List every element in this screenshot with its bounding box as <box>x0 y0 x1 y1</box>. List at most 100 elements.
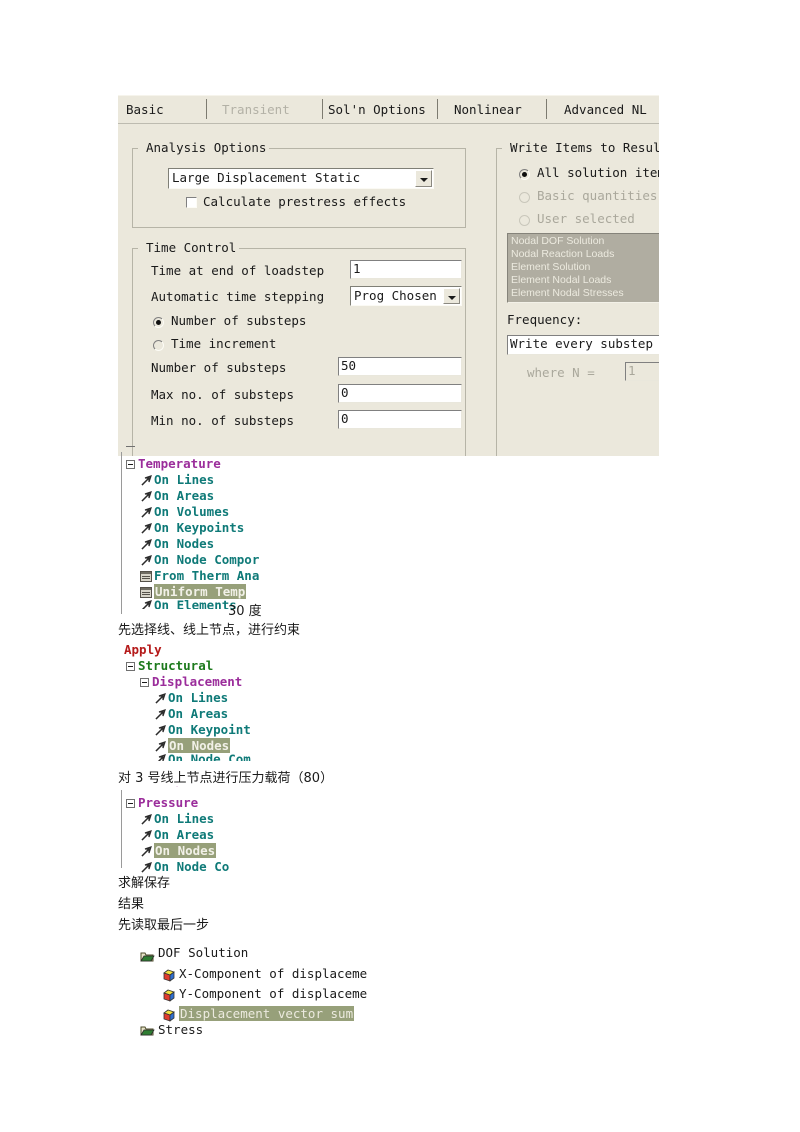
dialog-box-icon <box>140 587 152 598</box>
arrow-icon <box>154 740 167 753</box>
cube-icon <box>162 1008 176 1022</box>
tree-node-pressure[interactable]: Pressure <box>126 795 426 811</box>
arrow-icon <box>140 490 153 503</box>
tree-node-structural-label: Structural <box>138 658 214 673</box>
tree-item-label-selected: Uniform Temp <box>154 584 247 599</box>
note-solve-save: 求解保存 <box>118 876 171 891</box>
apply-label: Apply <box>124 642 162 657</box>
tree-item-on-lines[interactable]: On Lines <box>126 472 426 488</box>
note-pressure-load: 对 3 号线上节点进行压力载荷（80） <box>118 771 334 786</box>
tree-item-disp-on-nodes[interactable]: On Nodes <box>126 738 426 754</box>
tree-item-on-areas[interactable]: On Areas <box>126 488 426 504</box>
tree-item-label-selected: On Nodes <box>154 843 217 858</box>
arrow-icon <box>140 829 153 842</box>
cube-icon <box>162 968 176 982</box>
tree-item-press-on-areas[interactable]: On Areas <box>126 827 426 843</box>
tree-item-label-selected: Displacement vector sum <box>179 1006 355 1021</box>
temperature-tree: Pressure Temperature On Lines On Areas O… <box>126 446 426 609</box>
tree-item-label-selected: On Nodes <box>168 738 231 753</box>
tree-item-uniform-temp[interactable]: Uniform Temp <box>126 584 426 600</box>
tree-node-structural[interactable]: Structural <box>126 658 426 674</box>
tree-item-press-on-lines[interactable]: On Lines <box>126 811 426 827</box>
clipped-force-moment-row: Force/Moment <box>126 786 426 793</box>
expander-icon-pressure[interactable] <box>126 799 135 808</box>
clipped-pressure-row: Pressure <box>126 446 426 454</box>
tree-item-displacement-vector-sum[interactable]: Displacement vector sum <box>140 1004 480 1024</box>
tree-item-label: On Lines <box>154 472 215 487</box>
arrow-icon <box>140 474 153 487</box>
tree-left-rule-2 <box>121 790 122 868</box>
tree-item-y-displacement[interactable]: Y-Component of displaceme <box>140 984 480 1004</box>
tree-item-on-node-components[interactable]: On Node Compor <box>126 552 426 568</box>
folder-icon <box>140 948 155 961</box>
tree-item-label: On Node Compor <box>154 552 260 567</box>
tree-item-disp-on-areas[interactable]: On Areas <box>126 706 426 722</box>
tree-item-disp-on-keypoint[interactable]: On Keypoint <box>126 722 426 738</box>
arrow-icon <box>154 724 167 737</box>
cube-icon <box>162 988 176 1002</box>
tree-item-x-displacement[interactable]: X-Component of displaceme <box>140 964 480 984</box>
pressure-tree: Force/Moment Pressure On Lines On Areas … <box>126 786 426 875</box>
tree-item-label: X-Component of displaceme <box>179 966 368 981</box>
tree-item-label: On Areas <box>154 488 215 503</box>
tree-item-label: On Node Com <box>168 754 251 761</box>
tree-node-stress[interactable]: Stress <box>140 1024 480 1036</box>
tree-item-label: On Elements <box>154 600 237 609</box>
bottom-clip-mask <box>0 1040 800 1132</box>
tree-node-temperature-label: Temperature <box>138 456 221 471</box>
results-tree: DOF Solution X-Component of displaceme Y… <box>140 942 480 1036</box>
tree-item-label: On Lines <box>154 811 215 826</box>
arrow-icon <box>140 813 153 826</box>
page-root: Basic Transient Sol'n Options Nonlinear … <box>0 0 800 1132</box>
note-select-lines: 先选择线、线上节点，进行约束 <box>118 623 301 638</box>
arrow-icon <box>140 538 153 551</box>
tree-node-displacement[interactable]: Displacement <box>126 674 426 690</box>
tree-item-label: On Nodes <box>154 536 215 551</box>
arrow-icon <box>140 522 153 535</box>
tree-item-on-nodes[interactable]: On Nodes <box>126 536 426 552</box>
document-body: Pressure Temperature On Lines On Areas O… <box>0 0 800 1132</box>
tree-item-disp-on-lines[interactable]: On Lines <box>126 690 426 706</box>
tree-item-label: On Areas <box>168 706 229 721</box>
structural-tree: Apply Structural Displacement On Lines O… <box>124 642 426 761</box>
tree-item-press-on-nodes[interactable]: On Nodes <box>126 843 426 859</box>
note-read-last-step: 先读取最后一步 <box>118 918 210 933</box>
arrow-icon <box>154 708 167 721</box>
tree-item-label: Y-Component of displaceme <box>179 986 368 1001</box>
tree-item-label: On Lines <box>168 690 229 705</box>
arrow-icon <box>140 845 153 858</box>
folder-icon-stress <box>140 1025 155 1037</box>
tree-node-pressure-label: Pressure <box>138 795 199 810</box>
tree-item-on-elements[interactable]: On Elements <box>126 600 426 609</box>
arrow-icon <box>140 600 153 609</box>
tree-node-dof-solution[interactable]: DOF Solution <box>140 942 480 964</box>
tree-node-displacement-label: Displacement <box>152 674 243 689</box>
tree-left-rule-1 <box>121 452 122 614</box>
tree-item-label: On Volumes <box>154 504 230 519</box>
tree-node-temperature[interactable]: Temperature <box>126 456 426 472</box>
arrow-icon <box>140 506 153 519</box>
tree-node-dof-solution-label: DOF Solution <box>158 945 249 960</box>
expander-icon-temperature[interactable] <box>126 460 135 469</box>
tree-item-disp-on-node-components[interactable]: On Node Com <box>126 754 426 761</box>
annotation-temp-value: 30 度 <box>228 604 262 619</box>
tree-item-label: On Keypoint <box>168 722 251 737</box>
arrow-icon <box>154 754 167 761</box>
tree-item-label: On Keypoints <box>154 520 245 535</box>
tree-item-on-volumes[interactable]: On Volumes <box>126 504 426 520</box>
dialog-box-icon <box>140 571 152 582</box>
tree-item-press-on-node-components[interactable]: On Node Co <box>126 859 426 875</box>
tree-item-on-keypoints[interactable]: On Keypoints <box>126 520 426 536</box>
tree-item-label: On Node Co <box>154 859 230 874</box>
clipped-pressure-label: Pressure <box>138 446 198 449</box>
expander-icon-clipped[interactable] <box>126 446 135 447</box>
arrow-icon <box>140 861 153 874</box>
note-results: 结果 <box>118 897 145 912</box>
tree-node-stress-label: Stress <box>158 1024 204 1036</box>
arrow-icon <box>140 554 153 567</box>
expander-icon-structural[interactable] <box>126 662 135 671</box>
expander-icon-displacement[interactable] <box>140 678 149 687</box>
clipped-force-moment-label: Force/Moment <box>138 786 228 788</box>
tree-item-from-therm-analysis[interactable]: From Therm Ana <box>126 568 426 584</box>
apply-heading: Apply <box>124 642 426 658</box>
